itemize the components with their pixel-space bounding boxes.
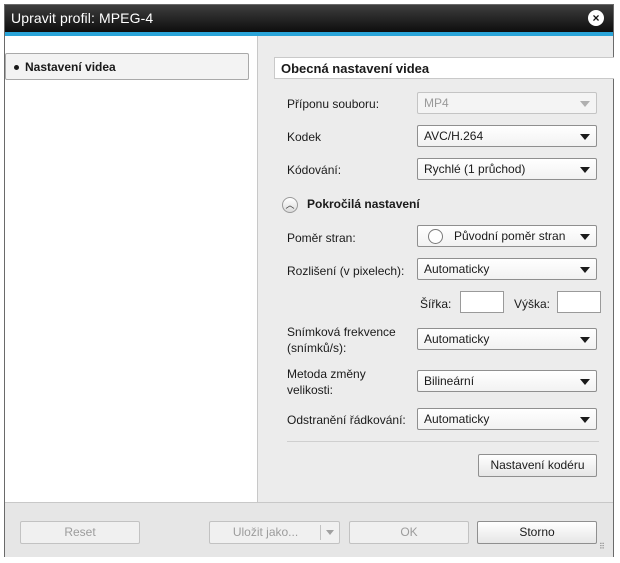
height-input[interactable] bbox=[557, 291, 601, 313]
frame-rate-value: Automaticky bbox=[424, 332, 490, 346]
save-as-label: Uložit jako... bbox=[232, 525, 299, 539]
section-title: Obecná nastavení videa bbox=[281, 61, 430, 76]
split-divider bbox=[320, 525, 321, 540]
codec-select[interactable]: AVC/H.264 bbox=[417, 125, 597, 147]
resize-method-label-line2: velikosti: bbox=[287, 383, 334, 397]
extension-label: Příponu souboru: bbox=[287, 97, 380, 111]
frame-rate-label-line2: (snímků/s): bbox=[287, 341, 347, 355]
bullet-icon bbox=[14, 65, 19, 70]
resize-method-value: Bilineární bbox=[424, 374, 475, 388]
width-label: Šířka: bbox=[420, 297, 452, 311]
encoding-value: Rychlé (1 průchod) bbox=[424, 162, 526, 176]
deinterlace-value: Automaticky bbox=[424, 412, 490, 426]
chevron-down-icon bbox=[580, 267, 590, 273]
section-header: Obecná nastavení videa bbox=[274, 57, 614, 79]
sidebar-item-video-settings[interactable]: Nastavení videa bbox=[5, 53, 249, 80]
extension-value: MP4 bbox=[424, 96, 449, 110]
aspect-ratio-icon bbox=[428, 229, 443, 244]
resolution-label: Rozlišení (v pixelech): bbox=[287, 264, 405, 278]
resolution-select[interactable]: Automaticky bbox=[417, 258, 597, 280]
frame-rate-select[interactable]: Automaticky bbox=[417, 328, 597, 350]
encoder-settings-button[interactable]: Nastavení kodéru bbox=[478, 454, 597, 477]
frame-rate-label-line1: Snímková frekvence bbox=[287, 325, 396, 339]
title-bar[interactable]: Upravit profil: MPEG-4 × bbox=[5, 5, 613, 32]
sidebar: Nastavení videa bbox=[5, 36, 258, 502]
aspect-ratio-value: Původní poměr stran bbox=[454, 229, 566, 243]
reset-button[interactable]: Reset bbox=[20, 521, 140, 544]
dialog-footer: Reset Uložit jako... OK Storno ⠿ bbox=[5, 502, 613, 557]
edit-profile-dialog: Upravit profil: MPEG-4 × Nastavení videa… bbox=[4, 4, 614, 557]
close-icon[interactable]: × bbox=[588, 10, 604, 26]
chevron-down-icon bbox=[580, 417, 590, 423]
chevron-down-icon bbox=[580, 379, 590, 385]
sidebar-item-label: Nastavení videa bbox=[25, 60, 116, 74]
resize-method-select[interactable]: Bilineární bbox=[417, 370, 597, 392]
codec-label: Kodek bbox=[287, 130, 322, 144]
codec-value: AVC/H.264 bbox=[424, 129, 484, 143]
resize-grip-icon[interactable]: ⠿ bbox=[599, 543, 609, 554]
divider bbox=[287, 441, 599, 442]
chevron-down-icon bbox=[580, 101, 590, 107]
encoding-select[interactable]: Rychlé (1 průchod) bbox=[417, 158, 597, 180]
settings-panel: Obecná nastavení videa Příponu souboru: … bbox=[259, 36, 614, 502]
chevron-down-icon bbox=[580, 167, 590, 173]
aspect-ratio-label: Poměr stran: bbox=[287, 231, 356, 245]
window-title: Upravit profil: MPEG-4 bbox=[11, 10, 154, 26]
height-label: Výška: bbox=[514, 297, 551, 311]
width-input[interactable] bbox=[460, 291, 504, 313]
ok-button[interactable]: OK bbox=[349, 521, 469, 544]
chevron-down-icon bbox=[580, 234, 590, 240]
cancel-button[interactable]: Storno bbox=[477, 521, 597, 544]
advanced-settings-toggle[interactable]: Pokročilá nastavení bbox=[307, 197, 420, 211]
extension-select: MP4 bbox=[417, 92, 597, 114]
aspect-ratio-select[interactable]: Původní poměr stran bbox=[417, 225, 597, 247]
encoding-label: Kódování: bbox=[287, 163, 342, 177]
chevron-down-icon[interactable] bbox=[326, 530, 334, 535]
deinterlace-label: Odstranění řádkování: bbox=[287, 413, 406, 427]
deinterlace-select[interactable]: Automaticky bbox=[417, 408, 597, 430]
save-as-split-button[interactable]: Uložit jako... bbox=[209, 521, 340, 544]
chevron-down-icon bbox=[580, 337, 590, 343]
collapse-icon[interactable]: ︿ bbox=[282, 197, 298, 213]
resize-method-label-line1: Metoda změny bbox=[287, 367, 366, 381]
resolution-value: Automaticky bbox=[424, 262, 490, 276]
chevron-down-icon bbox=[580, 134, 590, 140]
